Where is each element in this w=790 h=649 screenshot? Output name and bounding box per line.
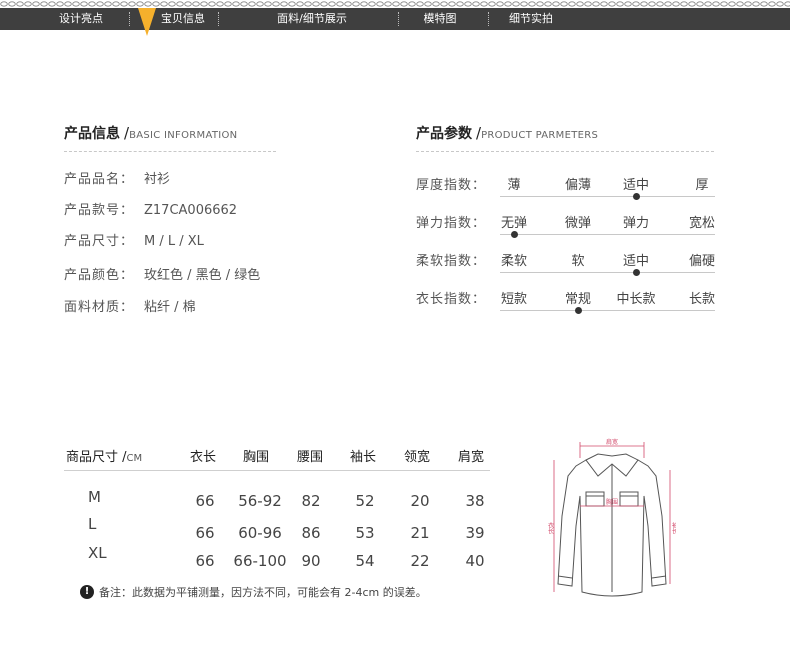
info-row-color: 产品颜色： 玫红色 / 黑色 / 绿色 [64, 264, 260, 283]
alert-icon: ! [80, 585, 94, 599]
table-cell: 86 [301, 524, 321, 542]
table-cell: 82 [301, 492, 321, 510]
col-header-collar: 领宽 [404, 450, 431, 465]
param-selected-dot [633, 269, 640, 276]
param-label: 厚度指数： [416, 178, 487, 193]
nav-item-design[interactable]: 设计亮点 [50, 8, 112, 30]
param-option: 弹力 [622, 216, 649, 231]
table-cell: 22 [410, 552, 430, 570]
nav-item-fabric-details[interactable]: 面料/细节展示 [262, 8, 362, 30]
param-option: 适中 [622, 178, 649, 193]
table-cell: 53 [355, 524, 375, 542]
info-label: 产品尺寸： [64, 234, 135, 249]
diagram-label-sleeve: 袖长 [671, 521, 677, 535]
product-info-title: 产品信息 [64, 126, 120, 142]
top-nav: 设计亮点 宝贝信息 面料/细节展示 模特图 细节实拍 [0, 0, 790, 40]
info-label: 产品款号： [64, 203, 135, 218]
table-cell: 54 [355, 552, 375, 570]
divider [416, 151, 714, 152]
param-option: 常规 [564, 292, 591, 307]
param-selected-dot [511, 231, 518, 238]
table-cell: 66 [195, 492, 215, 510]
param-option: 柔软 [500, 254, 527, 269]
nav-separator [488, 12, 489, 26]
chain-border-decoration [0, 0, 790, 8]
nav-separator [218, 12, 219, 26]
info-value: M / L / XL [144, 234, 204, 249]
size-table-title: 商品尺寸 /CM [66, 450, 143, 465]
nav-separator [129, 12, 130, 26]
table-cell: 38 [465, 492, 485, 510]
nav-separator [398, 12, 399, 26]
info-row-name: 产品品名： 衬衫 [64, 168, 170, 187]
product-params-heading: 产品参数/PRODUCT PARMETERS [416, 124, 599, 142]
param-option: 偏硬 [688, 254, 715, 269]
col-header-chest: 胸围 [243, 450, 270, 465]
info-label: 面料材质： [64, 300, 135, 315]
diagram-label-shoulder: 肩宽 [606, 438, 618, 446]
param-scale-line [500, 272, 715, 273]
table-cell: 66 [195, 552, 215, 570]
param-label: 弹力指数： [416, 216, 487, 231]
nav-active-marker [138, 8, 156, 36]
param-label: 柔软指数： [416, 254, 487, 269]
info-value: Z17CA006662 [144, 203, 238, 218]
param-option: 偏薄 [564, 178, 591, 193]
param-option: 适中 [622, 254, 649, 269]
table-cell: 21 [410, 524, 430, 542]
table-divider [64, 470, 490, 471]
info-label: 产品颜色： [64, 268, 135, 283]
table-cell: 40 [465, 552, 485, 570]
size-label: XL [88, 544, 107, 562]
info-row-material: 面料材质： 粘纤 / 棉 [64, 296, 196, 315]
size-table-unit: CM [126, 453, 143, 464]
nav-bar: 设计亮点 宝贝信息 面料/细节展示 模特图 细节实拍 [0, 8, 790, 30]
param-scale-line [500, 234, 715, 235]
diagram-label-chest: 胸围 [606, 498, 618, 506]
param-scale-line [500, 196, 715, 197]
divider [64, 151, 276, 152]
info-label: 产品品名： [64, 172, 135, 187]
table-cell: 39 [465, 524, 485, 542]
col-header-waist: 腰围 [297, 450, 324, 465]
nav-item-detail-photos[interactable]: 细节实拍 [500, 8, 562, 30]
info-value: 玫红色 / 黑色 / 绿色 [144, 268, 261, 283]
size-label: L [88, 515, 97, 533]
table-cell: 90 [301, 552, 321, 570]
info-row-size: 产品尺寸： M / L / XL [64, 230, 204, 249]
nav-item-model[interactable]: 模特图 [412, 8, 468, 30]
table-cell: 66 [195, 524, 215, 542]
param-option: 长款 [688, 292, 715, 307]
param-scale-line [500, 310, 715, 311]
size-label: M [88, 488, 101, 506]
size-table-title-text: 商品尺寸 [66, 450, 119, 465]
nav-item-product-info[interactable]: 宝贝信息 [152, 8, 214, 30]
info-row-style-no: 产品款号： Z17CA006662 [64, 199, 237, 218]
col-header-sleeve: 袖长 [350, 450, 377, 465]
col-header-length: 衣长 [190, 450, 217, 465]
diagram-label-length: 衣长 [547, 521, 554, 535]
product-params-title-en: PRODUCT PARMETERS [481, 130, 599, 141]
product-info-heading: 产品信息/BASIC INFORMATION [64, 124, 238, 142]
param-option: 微弹 [564, 216, 591, 231]
col-header-shoulder: 肩宽 [458, 450, 485, 465]
param-option: 中长款 [616, 292, 656, 307]
measurement-note: 备注：此数据为平铺测量，因方法不同，可能会有 2-4cm 的误差。 [99, 586, 427, 599]
table-cell: 20 [410, 492, 430, 510]
param-option: 厚 [695, 178, 709, 193]
param-option: 薄 [507, 178, 521, 193]
product-params-title: 产品参数 [416, 126, 472, 142]
param-selected-dot [575, 307, 582, 314]
param-option: 软 [571, 254, 585, 269]
param-option: 短款 [500, 292, 527, 307]
product-info-title-en: BASIC INFORMATION [129, 130, 238, 141]
param-option: 宽松 [688, 216, 715, 231]
info-value: 粘纤 / 棉 [144, 300, 196, 315]
shirt-measurement-diagram: 肩宽 胸围 衣长 袖长 [547, 438, 677, 597]
param-option: 无弹 [500, 216, 527, 231]
table-cell: 52 [355, 492, 375, 510]
param-selected-dot [633, 193, 640, 200]
info-value: 衬衫 [144, 172, 171, 187]
param-label: 衣长指数： [416, 292, 487, 307]
